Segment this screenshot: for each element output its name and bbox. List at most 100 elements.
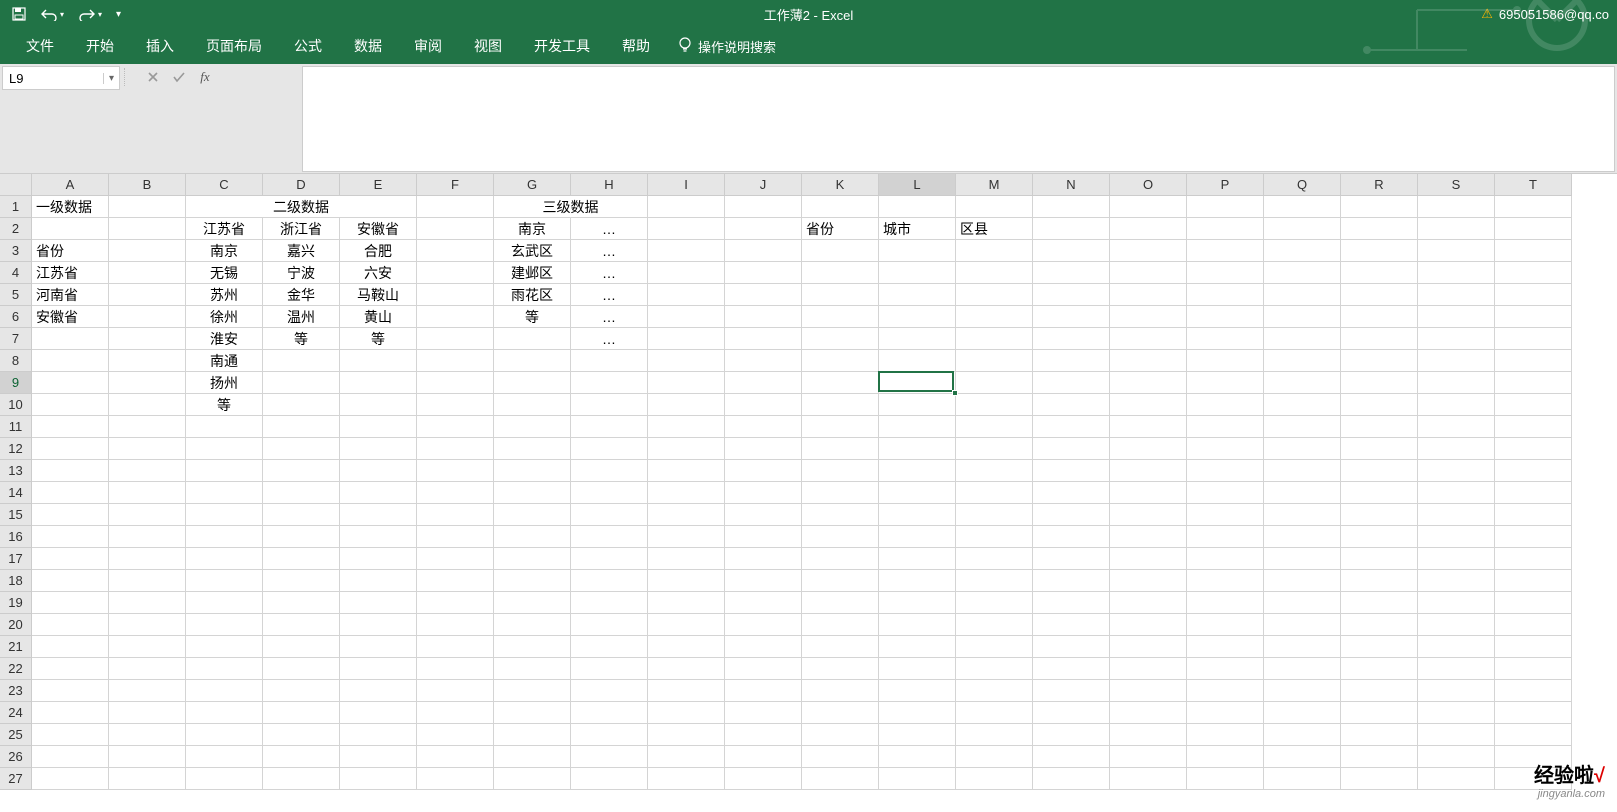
cell-P27[interactable] <box>1187 768 1264 790</box>
cell-C8[interactable]: 南通 <box>186 350 263 372</box>
cell-O11[interactable] <box>1110 416 1187 438</box>
cell-S15[interactable] <box>1418 504 1495 526</box>
cell-S12[interactable] <box>1418 438 1495 460</box>
cell-J27[interactable] <box>725 768 802 790</box>
cell-H4[interactable]: … <box>571 262 648 284</box>
cell-O7[interactable] <box>1110 328 1187 350</box>
cell-I23[interactable] <box>648 680 725 702</box>
cell-R10[interactable] <box>1341 394 1418 416</box>
cell-L18[interactable] <box>879 570 956 592</box>
cell-J1[interactable] <box>725 196 802 218</box>
cell-R26[interactable] <box>1341 746 1418 768</box>
cell-G1[interactable]: 三级数据 <box>494 196 648 218</box>
cell-P2[interactable] <box>1187 218 1264 240</box>
cell-D8[interactable] <box>263 350 340 372</box>
cell-C13[interactable] <box>186 460 263 482</box>
cell-N21[interactable] <box>1033 636 1110 658</box>
cell-G9[interactable] <box>494 372 571 394</box>
cell-K11[interactable] <box>802 416 879 438</box>
undo-button[interactable]: ▾ <box>36 5 68 23</box>
cell-B4[interactable] <box>109 262 186 284</box>
tab-home[interactable]: 开始 <box>70 28 130 64</box>
row-header-6[interactable]: 6 <box>0 306 31 328</box>
cell-D12[interactable] <box>263 438 340 460</box>
cell-C24[interactable] <box>186 702 263 724</box>
cell-N22[interactable] <box>1033 658 1110 680</box>
cell-R9[interactable] <box>1341 372 1418 394</box>
cell-O23[interactable] <box>1110 680 1187 702</box>
cell-A23[interactable] <box>32 680 109 702</box>
cell-N24[interactable] <box>1033 702 1110 724</box>
cell-A18[interactable] <box>32 570 109 592</box>
cell-H10[interactable] <box>571 394 648 416</box>
cell-H25[interactable] <box>571 724 648 746</box>
row-header-27[interactable]: 27 <box>0 768 31 790</box>
cell-J2[interactable] <box>725 218 802 240</box>
cell-N18[interactable] <box>1033 570 1110 592</box>
cell-A9[interactable] <box>32 372 109 394</box>
row-header-3[interactable]: 3 <box>0 240 31 262</box>
cell-F19[interactable] <box>417 592 494 614</box>
cell-B7[interactable] <box>109 328 186 350</box>
cell-I27[interactable] <box>648 768 725 790</box>
cell-S14[interactable] <box>1418 482 1495 504</box>
cell-C1[interactable]: 二级数据 <box>186 196 417 218</box>
formula-input[interactable] <box>302 66 1615 172</box>
cell-G4[interactable]: 建邺区 <box>494 262 571 284</box>
cell-G17[interactable] <box>494 548 571 570</box>
cell-T4[interactable] <box>1495 262 1572 284</box>
cell-H26[interactable] <box>571 746 648 768</box>
cell-I8[interactable] <box>648 350 725 372</box>
cell-B25[interactable] <box>109 724 186 746</box>
cell-J17[interactable] <box>725 548 802 570</box>
cell-K21[interactable] <box>802 636 879 658</box>
cell-Q4[interactable] <box>1264 262 1341 284</box>
cell-K17[interactable] <box>802 548 879 570</box>
row-header-18[interactable]: 18 <box>0 570 31 592</box>
cell-C15[interactable] <box>186 504 263 526</box>
cell-D15[interactable] <box>263 504 340 526</box>
save-button[interactable] <box>8 5 30 23</box>
cell-P25[interactable] <box>1187 724 1264 746</box>
cell-N3[interactable] <box>1033 240 1110 262</box>
cell-N23[interactable] <box>1033 680 1110 702</box>
cell-S26[interactable] <box>1418 746 1495 768</box>
cell-Q13[interactable] <box>1264 460 1341 482</box>
cell-B11[interactable] <box>109 416 186 438</box>
row-header-16[interactable]: 16 <box>0 526 31 548</box>
cell-N7[interactable] <box>1033 328 1110 350</box>
cell-B22[interactable] <box>109 658 186 680</box>
cell-R7[interactable] <box>1341 328 1418 350</box>
cell-P12[interactable] <box>1187 438 1264 460</box>
cell-M2[interactable]: 区县 <box>956 218 1033 240</box>
row-header-7[interactable]: 7 <box>0 328 31 350</box>
cell-H21[interactable] <box>571 636 648 658</box>
cell-S8[interactable] <box>1418 350 1495 372</box>
cell-A5[interactable]: 河南省 <box>32 284 109 306</box>
cell-E24[interactable] <box>340 702 417 724</box>
cell-Q19[interactable] <box>1264 592 1341 614</box>
cell-F21[interactable] <box>417 636 494 658</box>
cell-I24[interactable] <box>648 702 725 724</box>
cell-Q27[interactable] <box>1264 768 1341 790</box>
tab-file[interactable]: 文件 <box>10 28 70 64</box>
cell-F18[interactable] <box>417 570 494 592</box>
cell-N8[interactable] <box>1033 350 1110 372</box>
cell-R13[interactable] <box>1341 460 1418 482</box>
cell-B8[interactable] <box>109 350 186 372</box>
cell-L2[interactable]: 城市 <box>879 218 956 240</box>
cell-K23[interactable] <box>802 680 879 702</box>
cell-F23[interactable] <box>417 680 494 702</box>
cell-P8[interactable] <box>1187 350 1264 372</box>
cell-F7[interactable] <box>417 328 494 350</box>
cell-O9[interactable] <box>1110 372 1187 394</box>
cell-S23[interactable] <box>1418 680 1495 702</box>
cell-I22[interactable] <box>648 658 725 680</box>
cell-Q24[interactable] <box>1264 702 1341 724</box>
cell-D3[interactable]: 嘉兴 <box>263 240 340 262</box>
cell-F12[interactable] <box>417 438 494 460</box>
cell-M10[interactable] <box>956 394 1033 416</box>
cell-N15[interactable] <box>1033 504 1110 526</box>
cell-A27[interactable] <box>32 768 109 790</box>
cell-Q18[interactable] <box>1264 570 1341 592</box>
